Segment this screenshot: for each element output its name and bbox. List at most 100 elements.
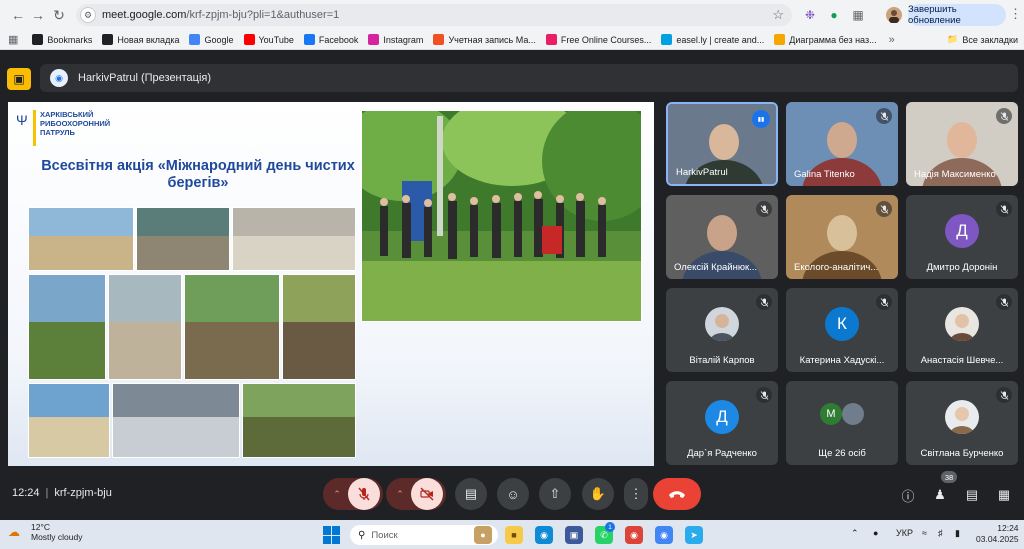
mic-muted-icon [756,387,772,403]
participant-tile[interactable]: Д Дмитро Доронін [906,195,1018,279]
mic-muted-icon [876,201,892,217]
telegram-icon[interactable]: ➤ [685,526,703,544]
presentation-slide: Ψ ХАРКІВСЬКИЙ РИБООХОРОННИЙ ПАТРУЛЬ Всес… [8,102,654,466]
bookmark-item[interactable]: Новая вкладка [102,34,179,45]
present-screen-icon[interactable]: ⇧ [539,478,571,510]
participant-tile[interactable]: Анастасія Шевче... [906,288,1018,372]
bookmark-item[interactable]: easel.ly | create and... [661,34,764,45]
meeting-info-icon[interactable]: ⓘ [899,486,917,504]
microphone-tray-icon[interactable]: ● [873,528,878,538]
site-info-icon[interactable]: ⚙ [80,7,96,23]
presentation-icon[interactable]: ▣ [7,68,31,90]
windows-start-icon[interactable] [323,526,341,544]
search-highlight-icon[interactable]: ● [474,526,492,544]
camera-off-icon[interactable] [411,478,443,510]
extension-green-icon[interactable]: ● [824,5,844,25]
search-placeholder: Поиск [371,529,398,541]
meeting-info: 12:24 | krf-zpjm-bju [12,487,112,499]
collage-photo-9 [112,383,240,458]
bookmark-label: Facebook [318,34,359,45]
org-logo: Ψ ХАРКІВСЬКИЙ РИБООХОРОННИЙ ПАТРУЛЬ [16,110,140,146]
weather-temperature: 12°C [31,522,50,532]
camera-options-chevron-icon[interactable]: ⌃ [389,489,411,500]
tray-overflow-icon[interactable]: ⌃ [851,528,859,539]
reload-icon[interactable]: ↻ [47,3,71,27]
collage-photo-1 [28,207,134,271]
volume-muted-icon[interactable]: ♯ [938,528,943,538]
apps-grid-icon[interactable]: ▦ [8,33,18,46]
participant-tile[interactable]: Світлана Бурченко [906,381,1018,465]
edge-browser-icon[interactable]: ◉ [535,526,553,544]
file-explorer-icon[interactable]: ■ [505,526,523,544]
bookmark-item[interactable]: Google [189,34,234,45]
bookmark-item[interactable]: Instagram [368,34,423,45]
participant-tile[interactable]: Олексій Крайнюк... [666,195,778,279]
separator: | [45,487,49,499]
battery-icon[interactable]: ▮ [955,528,960,539]
presentation-pill[interactable]: ◉ HarkivPatrul (Презентація) [40,64,1018,92]
browser-menu-icon[interactable]: ⋮ [1009,6,1022,22]
participant-name: Анастасія Шевче... [920,355,1004,366]
participant-tile[interactable]: ▮▮ HarkivPatrul [666,102,778,186]
keyboard-language[interactable]: УКР [896,528,913,538]
participant-tile[interactable]: Д Дар`я Радченко [666,381,778,465]
participant-tile[interactable]: Надія Максименко [906,102,1018,186]
participant-name: Дмитро Доронін [926,262,998,273]
bookmarks-bar: ▦ Bookmarks Новая вкладка Google YouTube Fac… [0,30,1024,50]
profile-avatar[interactable] [884,5,904,25]
extension-gear-icon[interactable]: ❉ [800,5,820,25]
all-bookmarks[interactable]: 📁 Все закладки [947,34,1018,45]
chrome-profile-2-icon[interactable]: ◉ [655,526,673,544]
bookmark-item[interactable]: Bookmarks [32,34,92,45]
captions-icon[interactable]: ▤ [455,478,487,510]
bookmark-item[interactable]: Диаграмма без наз... [774,34,877,45]
participant-tile[interactable]: М Ще 26 осіб [786,381,898,465]
bookmark-label: Instagram [383,34,424,45]
trident-icon: Ψ [16,112,28,128]
courses-icon [545,34,557,45]
participant-name: Світлана Бурченко [920,448,1004,459]
chrome-profile-1-icon[interactable]: ◉ [625,526,643,544]
emoji-reactions-icon[interactable]: ☺ [497,478,529,510]
more-bookmarks-icon[interactable]: » [889,34,895,46]
youtube-icon [243,34,255,45]
end-call-button[interactable] [653,478,701,510]
bookmark-item[interactable]: YouTube [243,34,294,45]
bookmark-item[interactable]: Учетная запись Ма... [433,34,536,45]
star-icon [32,34,44,45]
weather-widget[interactable]: ☁ 12°C Mostly cloudy [8,522,83,542]
bookmark-item[interactable]: Free Online Courses... [545,34,651,45]
easelly-icon [661,34,673,45]
extensions-puzzle-icon[interactable]: ▦ [848,5,868,25]
folder-icon: 📁 [947,34,959,44]
bookmark-item[interactable]: Facebook [303,34,359,45]
participant-tile[interactable]: Galina Titenko [786,102,898,186]
collage-photo-7 [282,274,356,380]
mic-options-chevron-icon[interactable]: ⌃ [326,489,348,500]
taskbar-clock[interactable]: 12:24 03.04.2025 [976,523,1019,545]
chat-icon[interactable]: ▤ [963,486,981,504]
store-icon[interactable]: ▣ [565,526,583,544]
activities-icon[interactable]: ▦ [995,486,1013,504]
raise-hand-icon[interactable]: ✋ [582,478,614,510]
bookmark-label: Google [204,34,234,45]
microsoft-icon [433,34,445,45]
address-bar[interactable]: ⚙ meet.google.com/krf-zpjm-bju?pli=1&aut… [76,4,792,26]
wifi-icon[interactable]: ≈ [922,528,927,538]
clock-time: 12:24 [997,523,1019,533]
microphone-control: ⌃ [323,478,383,510]
mic-off-icon[interactable] [348,478,380,510]
participant-tile[interactable]: Еколого-аналітич... [786,195,898,279]
finish-update-button[interactable]: Завершить обновление [908,4,1006,26]
people-icon[interactable]: ♟ [931,486,949,504]
bookmark-label: YouTube [258,34,294,45]
logo-accent-bar [33,110,36,146]
participant-tile[interactable]: К Катерина Хадускі... [786,288,898,372]
participant-photo-avatar [945,400,979,434]
more-options-icon[interactable]: ⋮ [624,478,648,510]
participant-photo-avatar [705,307,739,341]
participant-photo-avatar [945,307,979,341]
participant-name: Віталій Карпов [689,355,755,366]
participant-tile[interactable]: Віталій Карпов [666,288,778,372]
bookmark-star-icon[interactable]: ☆ [772,7,784,23]
